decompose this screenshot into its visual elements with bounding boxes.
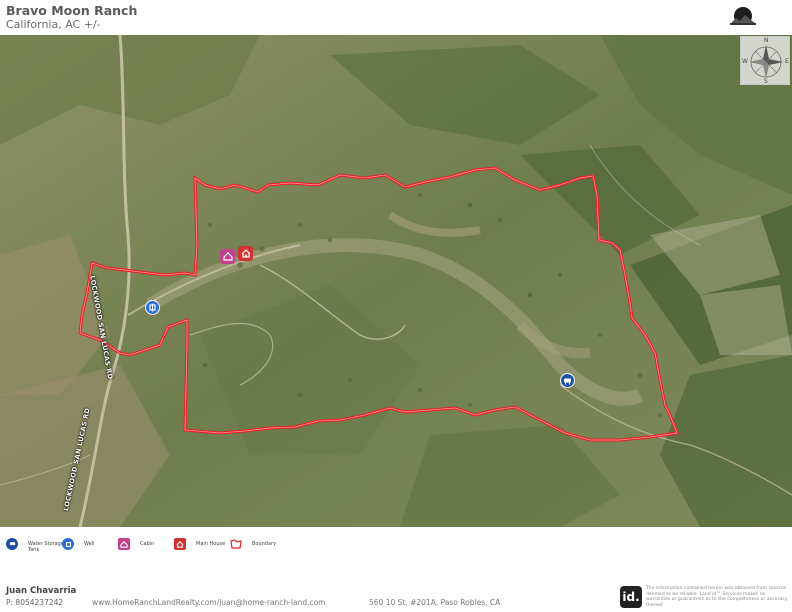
legend-well: Well: [62, 538, 95, 550]
well-icon: [149, 303, 156, 312]
water-tank-marker[interactable]: [560, 373, 575, 388]
legend-boundary: Boundary: [230, 538, 276, 550]
water-tank-icon: [564, 378, 571, 384]
cabin-icon: [118, 538, 130, 550]
legend-water-storage: Water Storage Tank: [6, 538, 66, 553]
cabin-icon: [222, 252, 233, 261]
north-arrow: N S W E: [740, 36, 790, 85]
well-marker[interactable]: [145, 300, 160, 315]
satellite-map[interactable]: LOCKWOOD SAN LUCAS RD LOCKWOOD SAN LUCAS…: [0, 35, 792, 527]
page-title: Bravo Moon Ranch: [6, 3, 138, 18]
house-icon: [174, 538, 186, 550]
page-subtitle: California, AC +/-: [6, 18, 101, 31]
compass-n: N: [764, 37, 769, 44]
well-icon: [62, 538, 74, 550]
legend-label-house: Main House: [196, 541, 226, 547]
land-id-logo: id.: [620, 586, 642, 608]
disclaimer-text: The information contained herein was obt…: [646, 586, 788, 608]
water-tank-icon: [6, 538, 18, 550]
map-legend: Water Storage Tank Well Cabin Main House…: [0, 534, 792, 558]
legend-cabin: Cabin: [118, 538, 154, 550]
cabin-marker[interactable]: [220, 249, 235, 264]
compass-w: W: [742, 58, 748, 65]
legend-label-well: Well: [84, 541, 95, 547]
legend-label-boundary: Boundary: [252, 541, 277, 547]
main-house-marker[interactable]: [238, 246, 253, 261]
agent-website-link[interactable]: www.HomeRanchLandRealty.com/juan@home-ra…: [92, 598, 325, 607]
ranch-logo-icon: [730, 7, 756, 25]
legend-label-cabin: Cabin: [140, 541, 155, 547]
legend-main-house: Main House: [174, 538, 225, 550]
compass-s: S: [764, 78, 768, 85]
terrain-layer: [0, 35, 792, 527]
boundary-icon: [230, 538, 242, 550]
agent-phone[interactable]: P: 8054237242: [6, 598, 63, 607]
agent-name: Juan Chavarria: [6, 586, 77, 596]
house-icon: [241, 249, 250, 258]
legend-label-water: Water Storage Tank: [28, 541, 64, 553]
compass-e: E: [785, 58, 789, 65]
map-page: Bravo Moon Ranch California, AC +/- LOCK…: [0, 0, 792, 612]
agent-address: 560 10 St. #201A, Paso Robles, CA: [369, 598, 501, 607]
